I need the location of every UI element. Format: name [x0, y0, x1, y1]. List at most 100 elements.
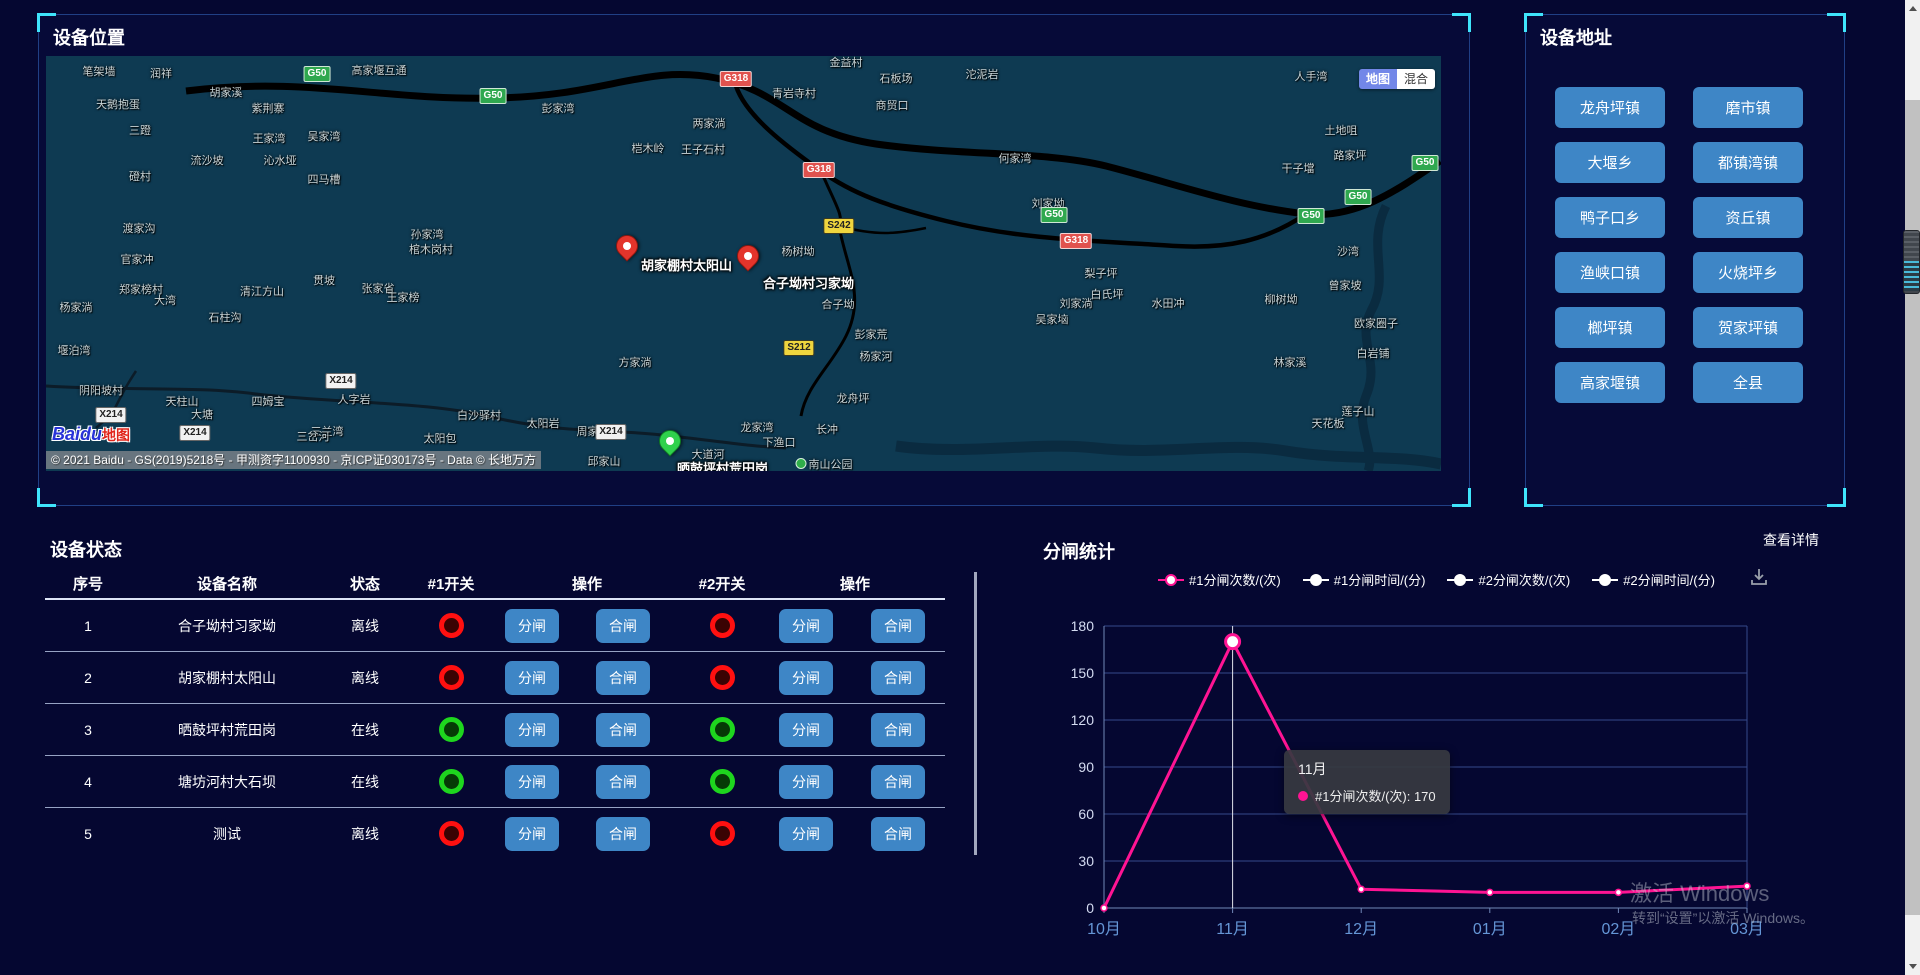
tooltip-value: #1分闸次数/(次): 170 [1315, 786, 1436, 805]
map-place-label: 贯坡 [313, 272, 335, 288]
map-place-label: 清江方山 [240, 283, 284, 299]
address-button[interactable]: 大堰乡 [1555, 142, 1665, 183]
map-place-label: 四马槽 [308, 171, 341, 187]
close-switch-button[interactable]: 合闸 [596, 817, 650, 851]
map-type-control[interactable]: 地图 混合 [1359, 69, 1435, 89]
trip-stats-title: 分闸统计 [1043, 538, 1115, 564]
switch2-operations: 分闸 合闸 [765, 817, 945, 851]
switch-indicator-green [439, 769, 464, 794]
data-point-highlighted [1226, 635, 1240, 649]
map-place-label: 方家淌 [619, 354, 652, 370]
open-switch-button[interactable]: 分闸 [779, 765, 833, 799]
address-button[interactable]: 都镇湾镇 [1693, 142, 1803, 183]
road-shield: G50 [480, 88, 507, 104]
legend-item[interactable]: #1分闸时间/(分) [1303, 570, 1426, 589]
legend-item[interactable]: #2分闸次数/(次) [1447, 570, 1570, 589]
map-place-label: 金益村 [830, 56, 863, 70]
scrollbar-thumb[interactable] [1905, 100, 1920, 915]
switch2-operations: 分闸 合闸 [765, 609, 945, 643]
address-button[interactable]: 鸭子口乡 [1555, 197, 1665, 238]
legend-item[interactable]: #2分闸时间/(分) [1592, 570, 1715, 589]
map-place-label: 石柱沟 [209, 309, 242, 325]
legend-label: #2分闸时间/(分) [1623, 570, 1715, 589]
address-button[interactable]: 资丘镇 [1693, 197, 1803, 238]
open-switch-button[interactable]: 分闸 [779, 609, 833, 643]
address-button[interactable]: 贺家坪镇 [1693, 307, 1803, 348]
close-switch-button[interactable]: 合闸 [596, 609, 650, 643]
open-switch-button[interactable]: 分闸 [505, 609, 559, 643]
address-button[interactable]: 高家堰镇 [1555, 362, 1665, 403]
baidu-map-canvas[interactable]: 笔架墙润祥高家堰互通金益村石板场沱泥岩天鹅抱蛋胡家溪紫荆寨彭家湾商贸口青岩寺村三… [46, 56, 1441, 471]
close-switch-button[interactable]: 合闸 [871, 609, 925, 643]
address-button[interactable]: 渔峡口镇 [1555, 252, 1665, 293]
close-switch-button[interactable]: 合闸 [596, 661, 650, 695]
y-axis-tick-label: 180 [1071, 618, 1095, 634]
map-place-label: 长冲 [816, 421, 838, 437]
table-row: 4塘坊河村大石坝在线分闸合闸分闸合闸 [45, 756, 945, 808]
map-place-label: 渡家沟 [123, 220, 156, 236]
map-place-label: 吴家湾 [308, 128, 341, 144]
open-switch-button[interactable]: 分闸 [505, 713, 559, 747]
corner-decoration [1827, 13, 1846, 32]
switch-indicator-red [710, 613, 735, 638]
table-scrollbar[interactable] [974, 572, 977, 855]
corner-decoration [1827, 488, 1846, 507]
map-place-label: 杨家河 [860, 348, 893, 364]
address-buttons: 龙舟坪镇磨市镇大堰乡都镇湾镇鸭子口乡资丘镇渔峡口镇火烧坪乡榔坪镇贺家坪镇高家堰镇… [1555, 87, 1803, 403]
view-details-link[interactable]: 查看详情 [1763, 530, 1819, 550]
device-status-title: 设备状态 [50, 536, 122, 562]
close-switch-button[interactable]: 合闸 [871, 817, 925, 851]
map-pin-label: 合子坳村习家坳 [763, 273, 854, 292]
open-switch-button[interactable]: 分闸 [779, 817, 833, 851]
open-switch-button[interactable]: 分闸 [779, 713, 833, 747]
close-switch-button[interactable]: 合闸 [596, 765, 650, 799]
open-switch-button[interactable]: 分闸 [779, 661, 833, 695]
map-copyright: © 2021 Baidu - GS(2019)5218号 - 甲测资字11009… [46, 451, 541, 469]
map-place-label: 商贸口 [876, 97, 909, 113]
open-switch-button[interactable]: 分闸 [505, 817, 559, 851]
switch2-indicator-cell [679, 665, 765, 690]
x-axis-tick-label: 10月 [1087, 921, 1121, 938]
close-switch-button[interactable]: 合闸 [871, 765, 925, 799]
map-place-label: 干子壋 [1282, 160, 1315, 176]
page-scrollbar[interactable] [1905, 0, 1920, 975]
map-place-label: 南山公园 [796, 456, 853, 471]
map-place-label: 沁水垭 [264, 152, 297, 168]
tooltip-series-dot [1298, 791, 1308, 801]
map-place-label: 白沙驿村 [457, 407, 501, 423]
switch2-operations: 分闸 合闸 [765, 713, 945, 747]
road-shield: G50 [1298, 208, 1325, 224]
map-place-label: 紫荆寨 [252, 100, 285, 116]
close-switch-button[interactable]: 合闸 [871, 713, 925, 747]
switch2-operations: 分闸 合闸 [765, 765, 945, 799]
table-row: 5测试离线分闸合闸分闸合闸 [45, 808, 945, 859]
address-button[interactable]: 龙舟坪镇 [1555, 87, 1665, 128]
scrollbar-down-arrow[interactable] [1905, 958, 1920, 975]
close-switch-button[interactable]: 合闸 [596, 713, 650, 747]
legend-item[interactable]: #1分闸次数/(次) [1158, 570, 1281, 589]
map-place-label: 彭家荒 [855, 326, 888, 342]
map-place-label: 白氏坪 [1091, 286, 1124, 302]
open-switch-button[interactable]: 分闸 [505, 661, 559, 695]
address-button[interactable]: 全县 [1693, 362, 1803, 403]
scroll-widget-handle[interactable] [1903, 230, 1920, 294]
map-place-label: 邱家山 [588, 453, 621, 469]
map-type-option-map[interactable]: 地图 [1359, 69, 1397, 89]
close-switch-button[interactable]: 合闸 [871, 661, 925, 695]
scrollbar-up-arrow[interactable] [1905, 0, 1920, 17]
map-type-option-hybrid[interactable]: 混合 [1397, 69, 1435, 89]
y-axis-tick-label: 0 [1086, 900, 1094, 916]
map-place-label: 人手湾 [1295, 68, 1328, 84]
address-button[interactable]: 火烧坪乡 [1693, 252, 1803, 293]
column-header: 状态 [323, 573, 407, 594]
map-place-label: 天花板 [1312, 415, 1345, 431]
legend-label: #1分闸次数/(次) [1189, 570, 1281, 589]
address-button[interactable]: 磨市镇 [1693, 87, 1803, 128]
open-switch-button[interactable]: 分闸 [505, 765, 559, 799]
windows-activation-watermark-sub: 转到“设置”以激活 Windows。 [1632, 908, 1814, 928]
download-icon[interactable] [1748, 566, 1770, 588]
address-button[interactable]: 榔坪镇 [1555, 307, 1665, 348]
switch-indicator-red [439, 665, 464, 690]
data-point [1101, 905, 1107, 911]
legend-marker-icon [1158, 574, 1184, 585]
